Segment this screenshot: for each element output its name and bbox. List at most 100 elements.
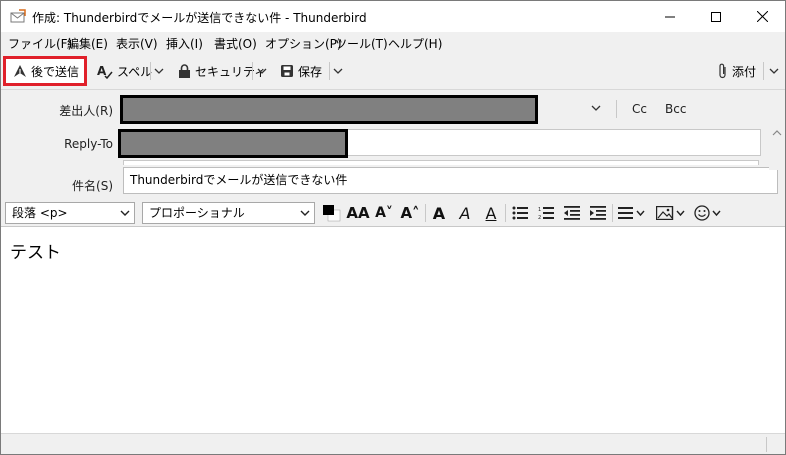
main-toolbar: 後で送信 A スペル セキュリティ 保存 添付 [1, 52, 785, 90]
reply-to-redacted [118, 129, 348, 158]
send-later-button[interactable]: 後で送信 [3, 56, 87, 86]
header-separator [616, 100, 617, 118]
save-dropdown[interactable] [331, 58, 345, 84]
decrease-font-size-button[interactable]: A˅ [374, 203, 394, 223]
toolbar-separator [150, 62, 151, 80]
minimize-button[interactable] [647, 1, 693, 32]
image-icon [656, 206, 685, 220]
from-field-redacted[interactable] [120, 95, 538, 124]
font-family-select[interactable]: プロポーショナル [142, 202, 315, 224]
menu-help[interactable]: ヘルプ(H) [388, 35, 442, 52]
outdent-button[interactable] [562, 203, 582, 223]
attach-button[interactable]: 添付 [718, 58, 756, 84]
send-later-icon [14, 65, 26, 77]
menu-format[interactable]: 書式(O) [214, 35, 257, 52]
compose-window: 作成: Thunderbirdでメールが送信できない件 - Thunderbir… [0, 0, 786, 455]
menu-view[interactable]: 表示(V) [116, 35, 158, 52]
chevron-down-icon [257, 68, 267, 74]
chevron-down-icon [154, 68, 164, 74]
numbered-list-button[interactable]: 12 [536, 203, 556, 223]
message-body-editor[interactable]: テスト [1, 228, 785, 433]
font-size-larger-button[interactable]: AA [346, 203, 370, 223]
subject-label: 件名(S) [72, 179, 113, 193]
spell-label: スペル [117, 64, 153, 79]
menu-insert[interactable]: 挿入(I) [166, 35, 203, 52]
title-bar: 作成: Thunderbirdでメールが送信できない件 - Thunderbir… [1, 1, 785, 32]
format-separator [505, 204, 506, 222]
insert-emoji-button[interactable] [693, 203, 723, 223]
maximize-icon [711, 11, 721, 22]
subject-input[interactable]: Thunderbirdでメールが送信できない件 [123, 167, 778, 194]
bcc-button[interactable]: Bcc [665, 102, 686, 116]
italic-icon: A [459, 203, 471, 223]
menu-bar: ファイル(F) 編集(E) 表示(V) 挿入(I) 書式(O) オプション(P)… [1, 32, 785, 52]
bullet-list-icon [512, 206, 528, 220]
from-dropdown[interactable] [589, 95, 603, 121]
paragraph-format-value: 段落 <p> [12, 206, 68, 220]
paragraph-format-select[interactable]: 段落 <p> [5, 202, 135, 224]
format-separator [612, 204, 613, 222]
headers-scrollbar[interactable] [769, 126, 785, 170]
chevron-down-icon [300, 203, 310, 229]
menu-edit[interactable]: 編集(E) [67, 35, 108, 52]
spell-button[interactable]: A スペル [97, 58, 152, 84]
bold-button[interactable]: A [430, 203, 448, 223]
message-body-text: テスト [10, 243, 61, 263]
insert-image-button[interactable] [655, 203, 687, 223]
minimize-icon [665, 16, 675, 17]
reply-to-label: Reply-To [64, 137, 113, 151]
chevron-down-icon [769, 68, 779, 74]
spell-dropdown[interactable] [152, 58, 166, 84]
menu-options[interactable]: オプション(P) [265, 35, 342, 52]
format-separator [425, 204, 426, 222]
align-left-icon [618, 207, 645, 219]
compose-app-icon [10, 9, 26, 24]
smiley-icon [694, 205, 721, 221]
toolbar-separator [329, 62, 330, 80]
scroll-up-icon [772, 130, 782, 136]
numbered-list-icon: 12 [538, 207, 554, 220]
message-headers: 差出人(R) Cc Bcc Reply-To 件名(S) Thunderbird… [1, 90, 785, 199]
decrease-font-size-icon: A˅ [375, 205, 393, 221]
indent-button[interactable] [588, 203, 608, 223]
spell-check-icon: A [97, 64, 113, 79]
format-toolbar: 段落 <p> プロポーショナル AA A˅ A˄ A A A 12 [1, 199, 785, 227]
close-icon [756, 11, 768, 22]
outdent-icon [564, 206, 580, 220]
font-size-larger-icon: AA [346, 204, 370, 222]
save-icon [281, 65, 293, 77]
cc-button[interactable]: Cc [632, 102, 647, 116]
toolbar-separator [763, 62, 764, 80]
svg-text:1: 1 [538, 207, 541, 213]
close-button[interactable] [739, 1, 785, 32]
from-label: 差出人(R) [59, 104, 113, 118]
menu-tools[interactable]: ツール(T) [335, 35, 388, 52]
chevron-down-icon [333, 68, 343, 74]
indent-icon [590, 206, 606, 220]
status-separator [766, 437, 767, 452]
increase-font-size-icon: A˄ [400, 204, 420, 222]
bullet-list-button[interactable] [510, 203, 530, 223]
chevron-down-icon [120, 203, 130, 229]
attach-dropdown[interactable] [767, 58, 781, 84]
paperclip-icon [719, 63, 726, 79]
text-color-icon [323, 205, 341, 222]
menu-file[interactable]: ファイル(F) [8, 35, 72, 52]
recipient-row-edge [123, 160, 759, 165]
italic-button[interactable]: A [456, 203, 474, 223]
window-title: 作成: Thunderbirdでメールが送信できない件 - Thunderbir… [32, 11, 367, 25]
security-button[interactable]: セキュリティ [178, 58, 266, 84]
maximize-button[interactable] [693, 1, 739, 32]
text-color-button[interactable] [321, 203, 343, 223]
send-later-label: 後で送信 [31, 64, 80, 79]
bold-icon: A [432, 203, 446, 223]
increase-font-size-button[interactable]: A˄ [399, 203, 421, 223]
toolbar-separator [252, 62, 253, 80]
underline-button[interactable]: A [482, 203, 500, 223]
chevron-down-icon [591, 105, 601, 111]
save-button[interactable]: 保存 [280, 58, 322, 84]
security-dropdown[interactable] [255, 58, 269, 84]
align-menu-button[interactable] [617, 203, 647, 223]
attach-label: 添付 [732, 64, 757, 79]
save-label: 保存 [298, 64, 323, 79]
